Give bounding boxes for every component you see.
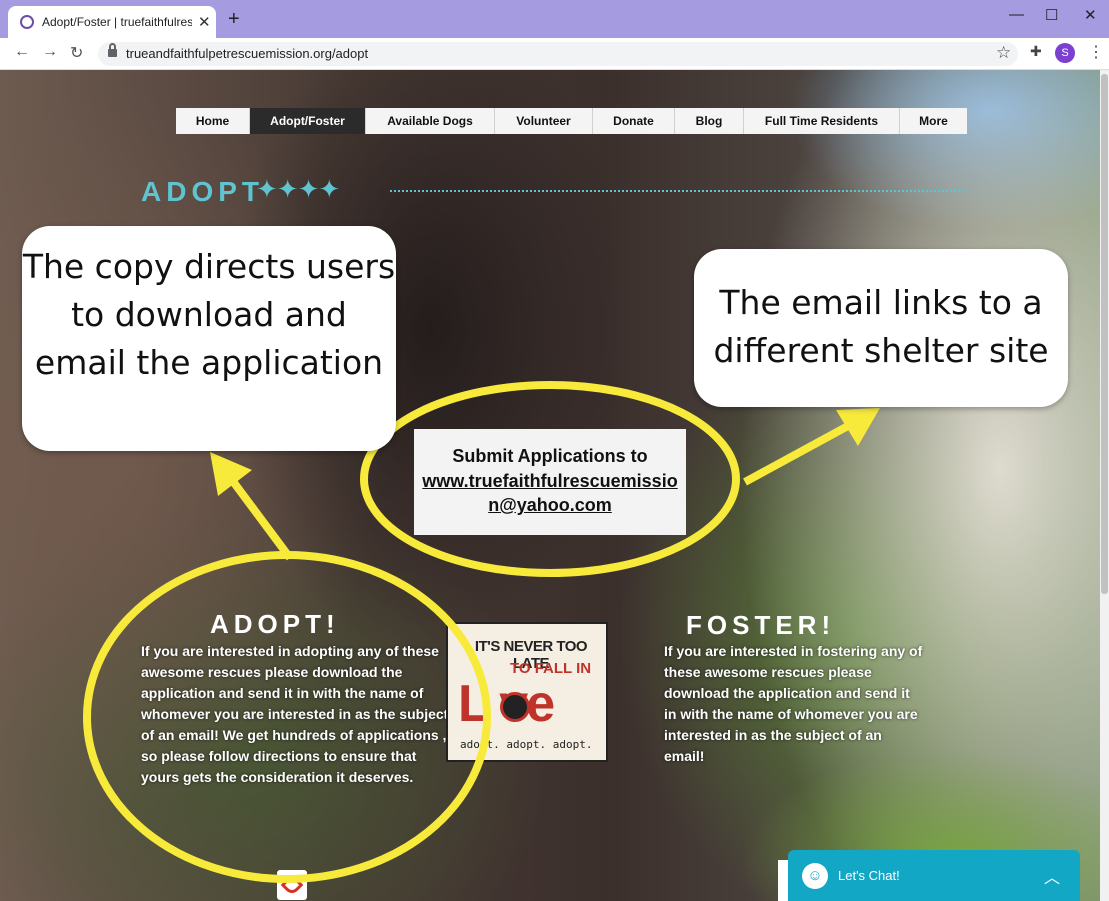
reload-icon[interactable]: ↻ <box>70 43 83 63</box>
pdf-download-icon[interactable] <box>277 870 307 900</box>
chevron-up-icon[interactable]: ︿ <box>1044 864 1060 888</box>
heading-stars-decoration: ✦✦✦✦ <box>256 174 340 204</box>
nav-more[interactable]: More <box>900 108 967 134</box>
lock-icon <box>108 43 117 58</box>
nav-volunteer[interactable]: Volunteer <box>495 108 593 134</box>
tab-title: Adopt/Foster | truefaithfulrescue <box>42 15 192 29</box>
site-navigation: Home Adopt/Foster Available Dogs Volunte… <box>176 108 967 134</box>
heading-divider <box>390 190 968 192</box>
smiley-chat-icon: ☺ <box>802 863 828 889</box>
browser-menu-icon[interactable]: ⋮ <box>1088 42 1104 62</box>
never-too-late-image: IT'S NEVER TOO LATE TO FALL IN L ve adop… <box>446 622 608 762</box>
adopt-column-heading: ADOPT! <box>210 609 340 639</box>
nav-home[interactable]: Home <box>176 108 250 134</box>
chat-widget[interactable]: ☺ Let's Chat! ︿ <box>788 850 1080 901</box>
chat-widget-edge <box>778 860 788 901</box>
tab-close-icon[interactable]: ✕ <box>198 13 211 31</box>
tab-bar: Adopt/Foster | truefaithfulrescue ✕ + — … <box>0 0 1109 38</box>
back-arrow-icon[interactable]: ← <box>14 43 30 61</box>
web-page: Home Adopt/Foster Available Dogs Volunte… <box>0 70 1100 901</box>
foster-column-text: If you are interested in fostering any o… <box>664 643 923 764</box>
nav-blog[interactable]: Blog <box>675 108 744 134</box>
chat-label: Let's Chat! <box>838 868 900 883</box>
left-callout: The copy directs users to download and e… <box>22 226 396 451</box>
foster-column-heading: FOSTER! <box>686 610 836 640</box>
page-heading: ADOPT <box>141 176 264 207</box>
submit-email-link[interactable]: www.truefaithfulrescuemission@yahoo.com <box>419 469 681 517</box>
paw-heart-icon <box>500 692 530 722</box>
forward-arrow-icon[interactable]: → <box>42 43 58 61</box>
window-close-icon[interactable]: ✕ <box>1084 6 1097 24</box>
bookmark-star-icon[interactable]: ☆ <box>996 43 1011 63</box>
site-favicon-icon <box>20 15 34 29</box>
nav-available-dogs[interactable]: Available Dogs <box>366 108 495 134</box>
nav-adopt-foster[interactable]: Adopt/Foster <box>250 108 366 134</box>
scrollbar-thumb[interactable] <box>1101 74 1108 594</box>
nav-full-time-residents[interactable]: Full Time Residents <box>744 108 900 134</box>
minimize-icon[interactable]: — <box>1009 6 1024 23</box>
url-text: trueandfaithfulpetrescuemission.org/adop… <box>126 46 369 61</box>
adopt-column-text: If you are interested in adopting any of… <box>141 643 449 785</box>
browser-tab[interactable]: Adopt/Foster | truefaithfulrescue ✕ <box>8 6 216 38</box>
submit-title: Submit Applications to <box>452 446 648 466</box>
love-image-footer: adopt. adopt. adopt. <box>460 738 593 751</box>
submit-applications-box: Submit Applications to www.truefaithfulr… <box>414 429 686 535</box>
profile-avatar[interactable]: S <box>1055 43 1075 63</box>
nav-donate[interactable]: Donate <box>593 108 675 134</box>
right-callout: The email links to a different shelter s… <box>694 249 1068 407</box>
maximize-icon[interactable]: ☐ <box>1045 6 1058 24</box>
browser-toolbar: ← → ↻ trueandfaithfulpetrescuemission.or… <box>0 38 1109 70</box>
address-bar[interactable]: trueandfaithfulpetrescuemission.org/adop… <box>98 42 1018 66</box>
new-tab-icon[interactable]: + <box>228 9 240 29</box>
extensions-puzzle-icon[interactable]: ✚ <box>1030 43 1042 60</box>
